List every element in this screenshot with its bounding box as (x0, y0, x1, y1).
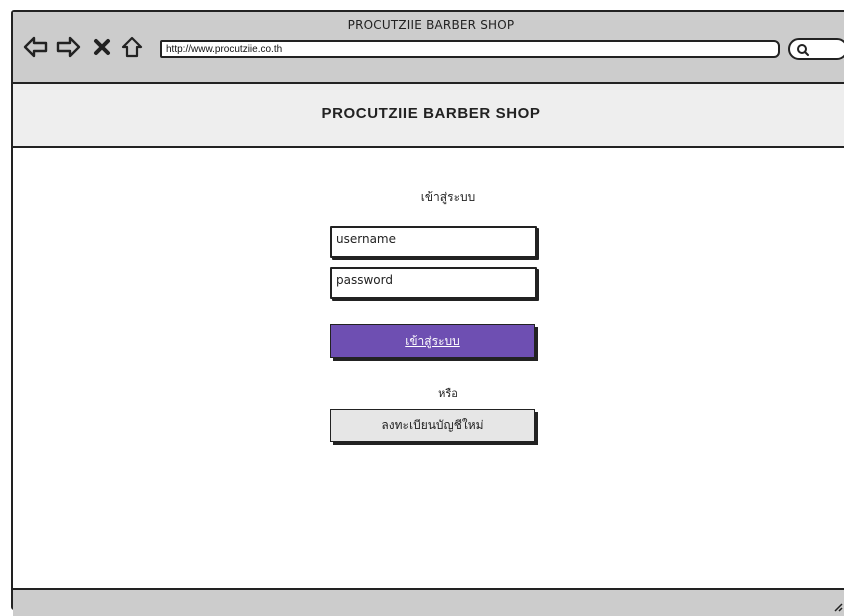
url-bar[interactable]: http://www.procutziie.co.th (160, 40, 780, 58)
app-header: PROCUTZIIE BARBER SHOP (13, 84, 844, 148)
login-button[interactable]: เข้าสู่ระบบ (330, 324, 535, 358)
home-icon[interactable] (119, 34, 145, 60)
register-button-label: ลงทะเบียนบัญชีใหม่ (381, 418, 484, 432)
register-button[interactable]: ลงทะเบียนบัญชีใหม่ (330, 409, 535, 442)
password-value: password (336, 273, 393, 287)
window-title: PROCUTZIIE BARBER SHOP (347, 18, 515, 32)
search-icon (797, 44, 809, 56)
login-heading: เข้าสู่ระบบ (420, 190, 476, 204)
browser-window: PROCUTZIIE BARBER SHOP http://www.procut… (11, 10, 844, 616)
search-box[interactable] (788, 38, 844, 60)
browser-toolbar: PROCUTZIIE BARBER SHOP http://www.procut… (13, 12, 844, 84)
password-field[interactable]: password (330, 267, 537, 299)
login-button-label: เข้าสู่ระบบ (405, 333, 460, 348)
forward-arrow-icon[interactable] (55, 34, 81, 60)
username-field[interactable]: username (330, 226, 537, 258)
app-header-title: PROCUTZIIE BARBER SHOP (321, 105, 541, 122)
close-icon[interactable] (89, 34, 115, 60)
username-value: username (336, 232, 396, 246)
or-divider-text: หรือ (438, 387, 458, 400)
status-bar (13, 588, 844, 616)
back-arrow-icon[interactable] (23, 34, 49, 60)
url-text: http://www.procutziie.co.th (166, 44, 283, 55)
